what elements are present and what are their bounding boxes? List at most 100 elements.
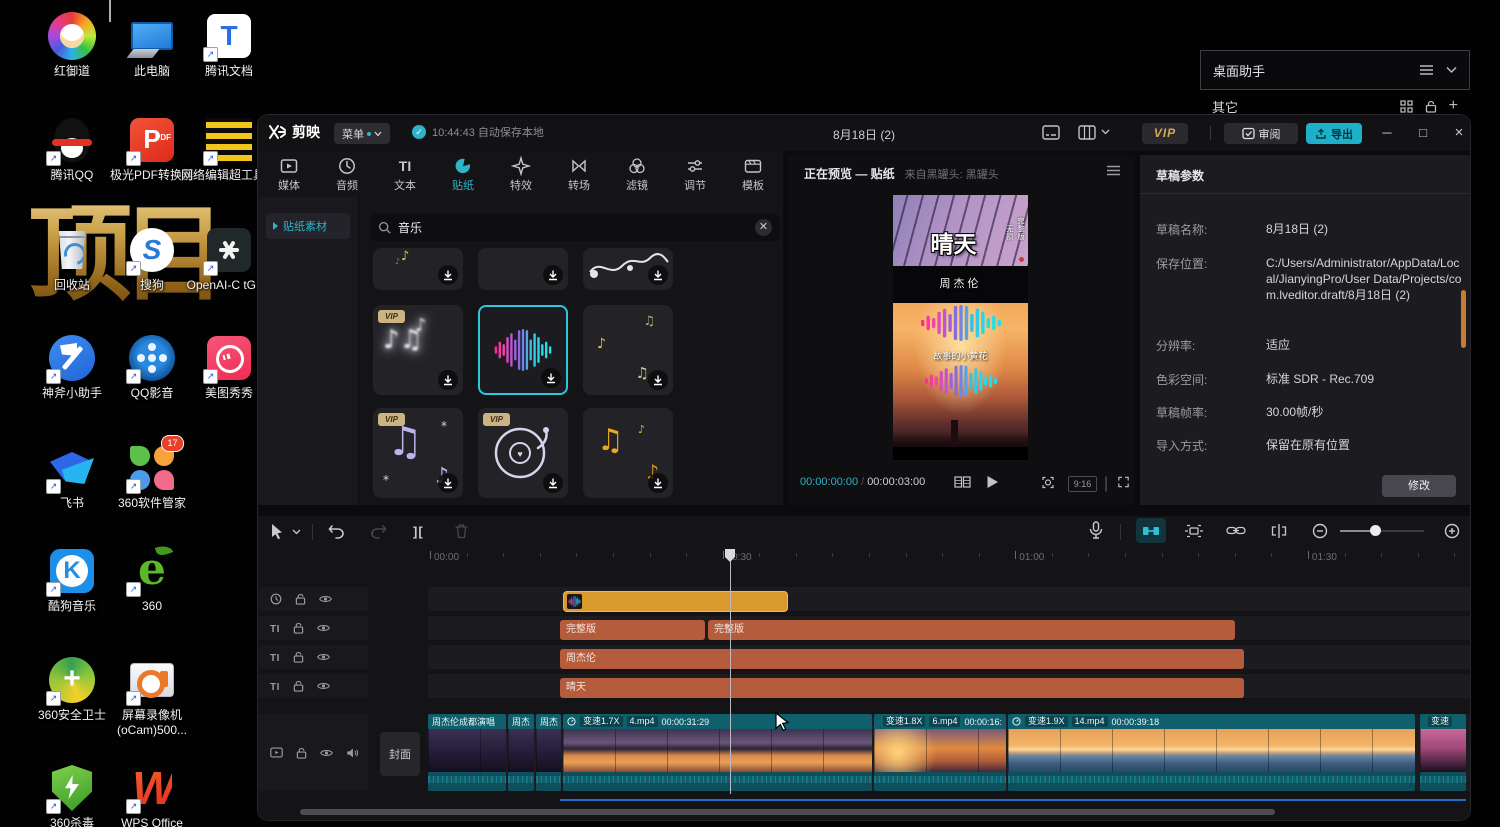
- video-clip-4[interactable]: 变速1.8X 6.mp4 00:00:16:: [874, 714, 1006, 791]
- text-clip[interactable]: 完整版: [560, 620, 705, 640]
- search-input[interactable]: 音乐: [398, 219, 748, 236]
- grid-icon[interactable]: [1400, 100, 1413, 113]
- scrollbar[interactable]: [1461, 290, 1466, 348]
- zoom-in-icon[interactable]: [1444, 523, 1460, 539]
- close-button[interactable]: ×: [1446, 121, 1470, 145]
- sidebar-item-sticker-material[interactable]: 贴纸素材: [266, 213, 350, 239]
- frame-by-frame-icon[interactable]: [954, 475, 971, 489]
- sticker-tile-vinyl[interactable]: ♥ VIP: [478, 408, 568, 498]
- text-clip[interactable]: 晴天: [560, 678, 1244, 698]
- cover-button[interactable]: 封面: [380, 732, 420, 776]
- download-icon[interactable]: [541, 368, 561, 388]
- export-button[interactable]: 导出: [1306, 123, 1362, 144]
- sticker-tile-swirl-notes[interactable]: [583, 248, 673, 290]
- tab-media[interactable]: 媒体: [261, 156, 317, 194]
- video-clip-0[interactable]: 周杰伦成都演唱: [428, 714, 506, 791]
- video-clip-3[interactable]: 变速1.7X 4.mp4 00:00:31:29: [563, 714, 872, 791]
- lock-toggle[interactable]: [296, 747, 307, 759]
- zoom-out-icon[interactable]: [1312, 523, 1328, 539]
- desktop-icon-meitu[interactable]: ↗: [201, 330, 257, 386]
- desktop-icon-this-pc[interactable]: [124, 8, 180, 64]
- desktop-icon-360-antivirus[interactable]: ↗: [44, 760, 100, 816]
- lock-toggle[interactable]: [293, 622, 304, 634]
- link-icon[interactable]: [1226, 525, 1246, 536]
- sticker-tile-purple-notes[interactable]: ♫♪** VIP: [373, 408, 463, 498]
- chevron-down-icon[interactable]: [1446, 66, 1457, 74]
- horizontal-scrollbar[interactable]: [300, 809, 1275, 815]
- timeline-zoom-slider[interactable]: [1340, 530, 1424, 532]
- video-clip-2[interactable]: 周杰: [536, 714, 561, 791]
- sticker-tile-smoke-notes[interactable]: ♪♫♪ VIP: [373, 305, 463, 395]
- lock-toggle[interactable]: [295, 593, 306, 605]
- desktop-icon-kugou[interactable]: ↗: [44, 543, 100, 599]
- sticker-clip[interactable]: [563, 591, 788, 612]
- desktop-icon-ocam[interactable]: ↗: [124, 652, 180, 708]
- preview-quality-icon[interactable]: [1040, 475, 1056, 490]
- desktop-icon-hongyudao[interactable]: [44, 8, 100, 64]
- chevron-down-icon[interactable]: [1101, 129, 1110, 135]
- desktop-icon-feishu[interactable]: ↗: [44, 440, 100, 496]
- text-clip[interactable]: 完整版: [708, 620, 1235, 640]
- timeline-ruler[interactable]: 00:0000:3001:0001:30: [258, 549, 1470, 569]
- assistant-titlebar[interactable]: 桌面助手: [1200, 50, 1470, 90]
- sticker-tile-tiny-note[interactable]: ♪♪: [373, 248, 463, 290]
- tab-adjust[interactable]: 调节: [667, 156, 723, 194]
- play-button[interactable]: [986, 475, 999, 489]
- desktop-icon-tencent-docs[interactable]: T↗: [201, 8, 257, 64]
- tab-effects[interactable]: 特效: [493, 156, 549, 194]
- visibility-toggle[interactable]: [319, 594, 332, 604]
- review-button[interactable]: 审阅: [1224, 123, 1298, 144]
- text-clip[interactable]: 周杰伦: [560, 649, 1244, 669]
- slider-handle[interactable]: [1370, 525, 1381, 536]
- add-icon[interactable]: +: [1449, 97, 1458, 115]
- hamburger-icon[interactable]: [1419, 64, 1434, 76]
- sticker-tile-blank[interactable]: [478, 248, 568, 290]
- redo-button[interactable]: [370, 523, 387, 539]
- download-icon[interactable]: [438, 265, 458, 285]
- modify-button[interactable]: 修改: [1382, 475, 1456, 497]
- chevron-down-icon[interactable]: [292, 529, 301, 535]
- download-icon[interactable]: [438, 370, 458, 390]
- desktop-icon-tencent-qq[interactable]: ↗: [44, 112, 100, 168]
- desktop-icon-360-safe[interactable]: +↗: [44, 652, 100, 708]
- download-icon[interactable]: [543, 473, 563, 493]
- layout-columns-icon[interactable]: [1078, 125, 1096, 140]
- video-clip-1[interactable]: 周杰: [508, 714, 534, 791]
- desktop-icon-sogou[interactable]: S↗: [124, 222, 180, 278]
- tab-transition[interactable]: 转场: [551, 156, 607, 194]
- tab-template[interactable]: 模板: [725, 156, 781, 194]
- lock-toggle[interactable]: [293, 651, 304, 663]
- preview-axis-icon[interactable]: [1270, 523, 1288, 539]
- menu-button[interactable]: 菜单: [334, 123, 390, 144]
- aspect-ratio-button[interactable]: 9:16: [1068, 476, 1097, 492]
- playhead[interactable]: [730, 549, 731, 794]
- download-icon[interactable]: [438, 473, 458, 493]
- mute-toggle[interactable]: [346, 747, 359, 759]
- split-tool[interactable]: ][: [413, 524, 424, 539]
- desktop-icon-openai-chatgpt[interactable]: ↗: [201, 222, 257, 278]
- desktop-icon-360-manager[interactable]: ↗17: [124, 440, 180, 496]
- download-icon[interactable]: [543, 265, 563, 285]
- auto-snap-icon[interactable]: [1184, 524, 1204, 538]
- download-icon[interactable]: [648, 370, 668, 390]
- fullscreen-icon[interactable]: [1116, 475, 1131, 489]
- desktop-icon-360-browser[interactable]: e↗: [124, 543, 180, 599]
- download-icon[interactable]: [648, 265, 668, 285]
- minimize-button[interactable]: ─: [1374, 121, 1400, 145]
- undo-button[interactable]: [328, 523, 345, 539]
- clear-search-icon[interactable]: ✕: [755, 219, 772, 236]
- layout-compact-icon[interactable]: [1042, 125, 1060, 140]
- tab-audio[interactable]: 音频: [319, 156, 375, 194]
- video-clip-6[interactable]: 变速: [1420, 714, 1466, 791]
- desktop-icon-pdf-converter[interactable]: PPDF↗: [124, 112, 180, 168]
- download-icon[interactable]: [648, 473, 668, 493]
- record-voiceover-icon[interactable]: [1089, 521, 1103, 540]
- desktop-icon-wps[interactable]: W↗: [124, 760, 180, 816]
- visibility-toggle[interactable]: [317, 681, 330, 691]
- desktop-icon-shenfu-helper[interactable]: ↗: [44, 330, 100, 386]
- visibility-toggle[interactable]: [317, 623, 330, 633]
- delete-button[interactable]: [454, 523, 469, 539]
- vip-badge[interactable]: VIP: [1142, 123, 1188, 144]
- sticker-tile-gold-notes[interactable]: ♫♪♪: [583, 408, 673, 498]
- tab-filter[interactable]: 滤镜: [609, 156, 665, 194]
